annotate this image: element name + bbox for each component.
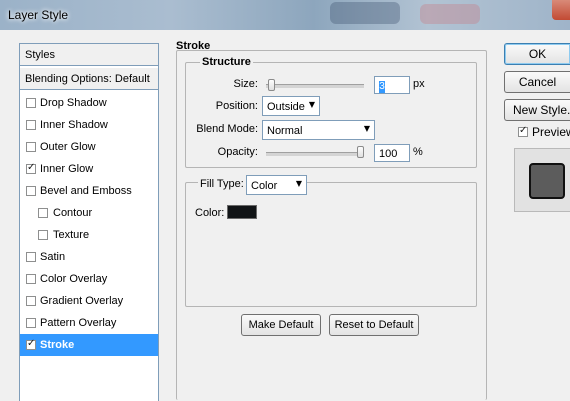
style-item-label: Outer Glow bbox=[40, 141, 96, 153]
opacity-unit: % bbox=[413, 146, 423, 158]
style-checkbox[interactable] bbox=[26, 98, 36, 108]
opacity-slider-thumb[interactable] bbox=[357, 146, 364, 158]
style-item-label: Pattern Overlay bbox=[40, 317, 117, 329]
fill-group bbox=[185, 182, 477, 307]
style-item-outer-glow[interactable]: Outer Glow bbox=[20, 136, 158, 158]
style-item-satin[interactable]: Satin bbox=[20, 246, 158, 268]
style-item-label: Inner Glow bbox=[40, 163, 94, 175]
style-item-label: Inner Shadow bbox=[40, 119, 108, 131]
fill-type-select[interactable]: Color ▼ bbox=[246, 175, 307, 195]
preview-checkbox[interactable] bbox=[518, 125, 528, 137]
style-item-label: Gradient Overlay bbox=[40, 295, 124, 307]
styles-header[interactable]: Styles bbox=[20, 44, 158, 66]
style-item-contour[interactable]: Contour bbox=[20, 202, 158, 224]
position-value: Outside bbox=[267, 101, 305, 113]
opacity-input[interactable]: 100 bbox=[374, 144, 410, 162]
blend-mode-label: Blend Mode: bbox=[196, 123, 258, 135]
close-window-button[interactable] bbox=[552, 0, 570, 20]
style-checkbox[interactable] bbox=[26, 186, 36, 196]
title-bar[interactable]: Layer Style bbox=[0, 0, 570, 30]
position-select[interactable]: Outside ▼ bbox=[262, 96, 320, 116]
blending-options-item[interactable]: Blending Options: Default bbox=[20, 68, 158, 90]
opacity-label: Opacity: bbox=[217, 146, 258, 158]
style-checkbox[interactable] bbox=[38, 208, 48, 218]
stroke-color-swatch[interactable] bbox=[227, 205, 257, 219]
style-item-label: Bevel and Emboss bbox=[40, 185, 132, 197]
opacity-slider-track[interactable] bbox=[266, 152, 364, 156]
blend-mode-value: Normal bbox=[267, 125, 303, 137]
reset-to-default-button[interactable]: Reset to Default bbox=[329, 314, 419, 336]
style-checkbox[interactable] bbox=[26, 162, 36, 174]
preview-label: Preview bbox=[532, 125, 570, 139]
style-checkbox[interactable] bbox=[38, 230, 48, 240]
fill-type-label: Fill Type: bbox=[198, 178, 246, 190]
title-bar-background-blur bbox=[420, 4, 480, 24]
size-unit: px bbox=[413, 78, 425, 90]
preview-thumbnail bbox=[529, 163, 565, 199]
size-slider-track[interactable] bbox=[266, 84, 364, 88]
preview-checkbox-row[interactable]: Preview bbox=[516, 121, 570, 143]
size-label: Size: bbox=[233, 78, 258, 90]
style-item-label: Stroke bbox=[40, 339, 75, 351]
style-item-label: Texture bbox=[53, 229, 90, 241]
blend-mode-select[interactable]: Normal ▼ bbox=[262, 120, 375, 140]
style-item-bevel-and-emboss[interactable]: Bevel and Emboss bbox=[20, 180, 158, 202]
ok-button[interactable]: OK bbox=[504, 43, 570, 65]
style-checkbox[interactable] bbox=[26, 296, 36, 306]
style-checkbox[interactable] bbox=[26, 142, 36, 152]
style-item-texture[interactable]: Texture bbox=[20, 224, 158, 246]
styles-list: Styles Blending Options: Default Drop Sh… bbox=[19, 43, 159, 401]
style-item-pattern-overlay[interactable]: Pattern Overlay bbox=[20, 312, 158, 334]
style-item-label: Drop Shadow bbox=[40, 97, 107, 109]
style-item-label: Satin bbox=[40, 251, 66, 263]
style-item-label: Contour bbox=[53, 207, 93, 219]
style-checkbox[interactable] bbox=[26, 338, 36, 350]
opacity-value: 100 bbox=[379, 148, 398, 160]
style-checkbox[interactable] bbox=[26, 120, 36, 130]
style-checkbox[interactable] bbox=[26, 252, 36, 262]
style-item-color-overlay[interactable]: Color Overlay bbox=[20, 268, 158, 290]
style-checkbox[interactable] bbox=[26, 274, 36, 284]
style-preview bbox=[514, 148, 570, 212]
style-checkbox[interactable] bbox=[26, 318, 36, 328]
window-title: Layer Style bbox=[8, 8, 69, 22]
style-item-gradient-overlay[interactable]: Gradient Overlay bbox=[20, 290, 158, 312]
cancel-button[interactable]: Cancel bbox=[504, 71, 570, 93]
style-item-label: Color Overlay bbox=[40, 273, 108, 285]
size-value: 3 bbox=[379, 81, 385, 93]
position-label: Position: bbox=[215, 100, 258, 112]
size-slider-thumb[interactable] bbox=[267, 79, 275, 91]
style-item-drop-shadow[interactable]: Drop Shadow bbox=[20, 92, 158, 114]
color-label: Color: bbox=[195, 207, 225, 219]
make-default-button[interactable]: Make Default bbox=[241, 314, 321, 336]
new-style-button[interactable]: New Style... bbox=[504, 99, 570, 121]
fill-type-value: Color bbox=[251, 180, 278, 192]
structure-title: Structure bbox=[200, 56, 253, 68]
chevron-down-icon: ▼ bbox=[308, 100, 315, 109]
style-item-inner-glow[interactable]: Inner Glow bbox=[20, 158, 158, 180]
chevron-down-icon: ▼ bbox=[363, 124, 370, 133]
chevron-down-icon: ▼ bbox=[295, 179, 302, 188]
title-bar-background-blur bbox=[330, 2, 400, 24]
style-item-stroke[interactable]: Stroke bbox=[20, 334, 158, 356]
blending-options-label: Blending Options: Default bbox=[25, 73, 150, 85]
style-item-inner-shadow[interactable]: Inner Shadow bbox=[20, 114, 158, 136]
styles-header-label: Styles bbox=[25, 49, 55, 61]
